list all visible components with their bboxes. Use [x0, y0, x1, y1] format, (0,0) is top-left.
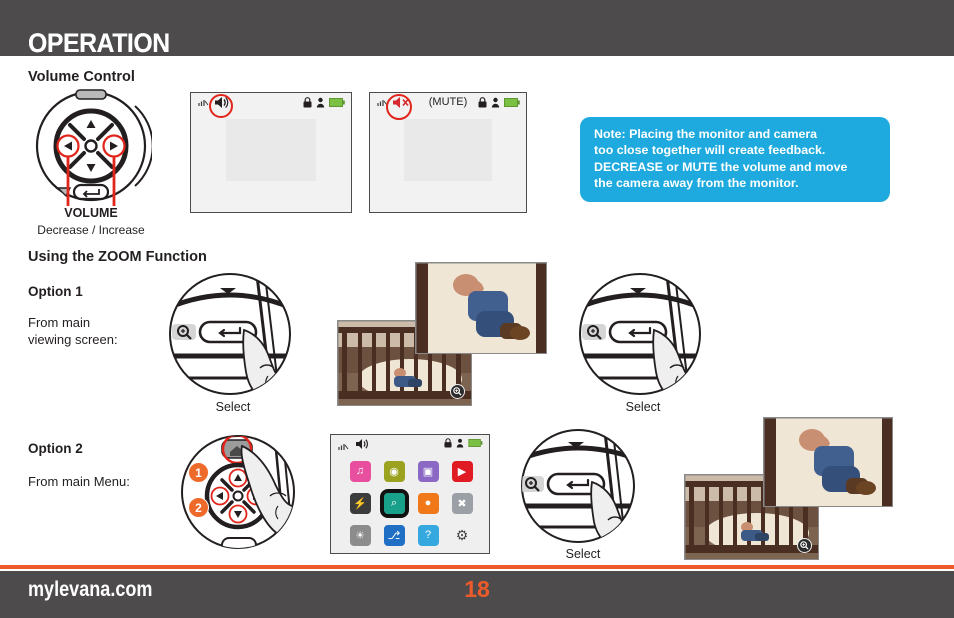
- select-caption-left: Select: [215, 400, 251, 414]
- step-bubble-1: 1: [188, 462, 209, 483]
- lock-icon: [444, 438, 452, 448]
- brightness-icon[interactable]: ☀: [349, 524, 371, 546]
- lcd-status-icons: [303, 97, 345, 108]
- battery-icon: [468, 439, 483, 447]
- battery-off-glyph: ⚡: [353, 497, 367, 510]
- camera-icon[interactable]: ◉: [383, 460, 405, 482]
- select-remote-diagram-option2: [518, 428, 658, 548]
- camera-glyph: ◉: [389, 465, 399, 478]
- zoom-icon: [522, 476, 544, 492]
- video-glyph: ▣: [422, 465, 434, 478]
- playback-icon[interactable]: ▶: [451, 460, 473, 482]
- playback-glyph: ▶: [457, 465, 467, 478]
- menu-status-icons: [444, 438, 483, 448]
- alert-glyph: ●: [424, 497, 432, 509]
- alert-person-icon[interactable]: ●: [417, 492, 439, 514]
- help-icon[interactable]: ?: [417, 524, 439, 546]
- lcd-screen-volume-on: [190, 92, 352, 213]
- select-remote-diagram-right: [578, 272, 718, 400]
- zoom-badge-icon: [450, 384, 465, 399]
- disabled-icon[interactable]: ✖: [451, 492, 473, 514]
- page-number: 18: [464, 576, 490, 602]
- speaker-on-icon: [354, 437, 369, 456]
- lock-icon: [478, 97, 487, 108]
- select-remote-diagram-left: [168, 272, 308, 400]
- help-glyph: ?: [424, 529, 432, 541]
- settings-icon[interactable]: ⚙: [451, 524, 473, 546]
- note-line-4: the camera away from the monitor.: [594, 176, 799, 191]
- photo-crib-zoomed-2: [763, 417, 893, 507]
- user-icon: [456, 438, 464, 448]
- footer-divider: [0, 565, 954, 569]
- mute-icon-highlight: [386, 94, 412, 120]
- battery-icon: [329, 98, 345, 107]
- zoom-icon[interactable]: ⌕: [379, 488, 409, 518]
- select-caption-right: Select: [625, 400, 661, 414]
- volume-remote-diagram: [30, 88, 152, 210]
- user-icon: [316, 97, 325, 108]
- note-line-1: Note: Placing the monitor and camera: [594, 127, 818, 141]
- photo-crib-zoomed-1: [415, 262, 547, 354]
- step-bubble-2: 2: [188, 497, 209, 518]
- zoom-icon: [172, 324, 196, 340]
- option-1-instruction-line-2: viewing screen:: [28, 332, 118, 347]
- signal-icon: [198, 98, 209, 110]
- note-line-2: too close together will create feedback.: [594, 143, 826, 158]
- option-1-instruction-line-1: From main: [28, 315, 91, 330]
- lcd-image-area: [226, 119, 316, 182]
- option-2-instruction: From main Menu:: [28, 474, 130, 489]
- note-callout: Note: Placing the monitor and camera too…: [580, 117, 890, 202]
- lcd-image-area: [404, 119, 492, 182]
- settings-glyph: ⚙: [455, 526, 469, 543]
- volume-label: VOLUME: [64, 206, 118, 220]
- brightness-glyph: ☀: [355, 529, 365, 542]
- lullaby-icon[interactable]: ♫: [349, 460, 371, 482]
- lullaby-glyph: ♫: [355, 465, 365, 477]
- volume-caption: Decrease / Increase: [37, 223, 145, 237]
- menu-icon-grid[interactable]: ♫ ◉ ▣ ▶ ⚡ ⌕ ● ✖ ☀ ⎇ ? ⚙: [343, 455, 479, 551]
- lcd-screen-volume-mute: (MUTE): [369, 92, 527, 213]
- zoom-icon: [582, 324, 606, 340]
- battery-off-icon[interactable]: ⚡: [349, 492, 371, 514]
- select-caption-option2: Select: [565, 547, 601, 561]
- zoom-badge-icon: [797, 538, 812, 553]
- manual-page: OPERATION Volume Control VOLUME Decrease…: [0, 0, 954, 618]
- pairing-icon[interactable]: ⎇: [383, 524, 405, 546]
- battery-icon: [504, 98, 520, 107]
- option-2-label: Option 2: [28, 441, 83, 456]
- volume-icon-highlight: [209, 94, 233, 118]
- option-1-label: Option 1: [28, 284, 83, 299]
- zoom-function-heading: Using the ZOOM Function: [28, 249, 207, 265]
- pairing-glyph: ⎇: [387, 529, 401, 542]
- lcd-status-icons: [478, 97, 520, 108]
- disabled-glyph: ✖: [457, 497, 467, 510]
- note-line-3: DECREASE or MUTE the volume and move: [594, 159, 848, 174]
- menu-remote-diagram: [178, 434, 308, 554]
- page-title: OPERATION: [28, 28, 170, 58]
- lock-icon: [303, 97, 312, 108]
- zoom-glyph: ⌕: [390, 496, 398, 509]
- menu-status-bar: [331, 435, 489, 453]
- menu-screen: ♫ ◉ ▣ ▶ ⚡ ⌕ ● ✖ ☀ ⎇ ? ⚙: [330, 434, 490, 554]
- volume-control-heading: Volume Control: [28, 69, 135, 85]
- video-record-icon[interactable]: ▣: [417, 460, 439, 482]
- user-icon: [491, 97, 500, 108]
